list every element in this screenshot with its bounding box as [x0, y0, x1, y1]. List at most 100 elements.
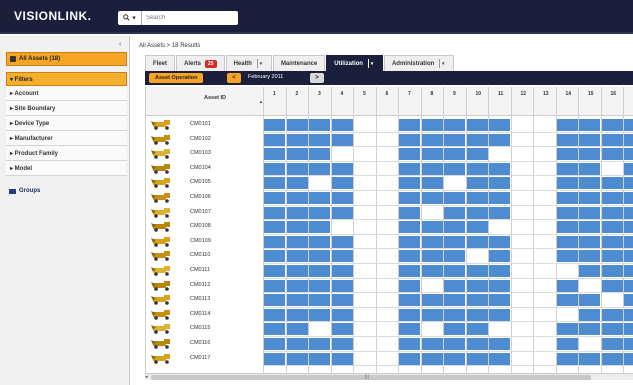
asset-id-cell[interactable]: CM0104 [190, 165, 211, 171]
utilization-cell-active[interactable] [624, 206, 633, 219]
filter-product-family[interactable]: ▸ Product Family [6, 146, 127, 161]
utilization-cell-idle[interactable] [557, 309, 578, 321]
utilization-cell-active[interactable] [399, 133, 420, 146]
utilization-cell-idle[interactable] [332, 148, 353, 160]
utilization-cell-idle[interactable] [534, 207, 555, 219]
utilization-cell-active[interactable] [466, 294, 488, 307]
utilization-cell-idle[interactable] [377, 338, 398, 350]
utilization-cell-active[interactable] [286, 148, 308, 161]
utilization-cell-active[interactable] [331, 265, 353, 277]
previous-month-button[interactable]: < [227, 73, 241, 83]
utilization-cell-active[interactable] [444, 250, 465, 263]
utilization-cell-idle[interactable] [512, 148, 533, 160]
utilization-cell-idle[interactable] [512, 192, 533, 204]
utilization-cell-idle[interactable] [354, 309, 375, 321]
utilization-cell-idle[interactable] [512, 119, 533, 131]
utilization-cell-idle[interactable] [512, 265, 533, 277]
utilization-cell-active[interactable] [309, 338, 330, 350]
utilization-cell-idle[interactable] [579, 338, 600, 350]
utilization-cell-idle[interactable] [512, 338, 533, 350]
utilization-cell-active[interactable] [601, 279, 623, 292]
asset-id-cell[interactable]: CM0109 [190, 238, 211, 244]
utilization-cell-active[interactable] [264, 192, 285, 204]
utilization-cell-active[interactable] [399, 352, 420, 365]
utilization-cell-active[interactable] [331, 338, 353, 350]
utilization-cell-active[interactable] [309, 294, 330, 307]
utilization-cell-active[interactable] [331, 308, 353, 321]
utilization-cell-active[interactable] [399, 294, 420, 307]
utilization-cell-active[interactable] [421, 148, 443, 161]
utilization-cell-idle[interactable] [489, 148, 510, 160]
utilization-cell-active[interactable] [264, 221, 285, 234]
utilization-cell-active[interactable] [399, 250, 420, 263]
utilization-cell-active[interactable] [624, 352, 633, 365]
utilization-cell-active[interactable] [399, 119, 420, 131]
utilization-cell-active[interactable] [579, 235, 600, 248]
utilization-cell-idle[interactable] [534, 250, 555, 262]
utilization-cell-active[interactable] [331, 294, 353, 307]
utilization-cell-active[interactable] [309, 119, 330, 131]
utilization-cell-active[interactable] [624, 221, 633, 234]
utilization-cell-active[interactable] [466, 162, 488, 175]
table-row[interactable]: CM0108 [146, 220, 633, 234]
utilization-cell-active[interactable] [466, 235, 488, 248]
utilization-cell-active[interactable] [286, 352, 308, 365]
utilization-cell-active[interactable] [556, 119, 578, 131]
utilization-cell-active[interactable] [399, 206, 420, 219]
utilization-cell-active[interactable] [331, 323, 353, 336]
utilization-cell-active[interactable] [466, 279, 488, 292]
filter-manufacturer[interactable]: ▸ Manufacturer [6, 131, 127, 146]
tab-utilization[interactable]: Utilization ▾ [326, 55, 383, 71]
utilization-cell-active[interactable] [399, 162, 420, 175]
utilization-cell-active[interactable] [264, 133, 285, 146]
utilization-cell-active[interactable] [624, 338, 633, 350]
utilization-cell-idle[interactable] [377, 280, 398, 292]
utilization-cell-idle[interactable] [534, 353, 555, 365]
utilization-cell-active[interactable] [466, 177, 488, 190]
utilization-cell-active[interactable] [264, 308, 285, 321]
utilization-cell-active[interactable] [309, 206, 330, 219]
utilization-cell-active[interactable] [399, 192, 420, 204]
utilization-cell-active[interactable] [466, 352, 488, 365]
utilization-cell-active[interactable] [444, 206, 465, 219]
utilization-cell-active[interactable] [489, 250, 510, 263]
utilization-cell-idle[interactable] [354, 177, 375, 189]
asset-id-cell[interactable]: CM0108 [190, 223, 211, 229]
utilization-cell-active[interactable] [309, 235, 330, 248]
utilization-cell-active[interactable] [579, 221, 600, 234]
utilization-cell-active[interactable] [601, 192, 623, 204]
utilization-cell-active[interactable] [601, 206, 623, 219]
utilization-cell-active[interactable] [489, 308, 510, 321]
utilization-cell-active[interactable] [601, 323, 623, 336]
utilization-cell-idle[interactable] [354, 207, 375, 219]
asset-id-cell[interactable]: CM0116 [190, 340, 210, 346]
filters-header[interactable]: ▾ Filters [6, 72, 127, 86]
utilization-cell-active[interactable] [556, 294, 578, 307]
utilization-cell-active[interactable] [601, 265, 623, 277]
table-row[interactable]: CM0110 [146, 249, 633, 263]
asset-id-column-header[interactable]: Asset ID [204, 95, 226, 101]
utilization-cell-active[interactable] [444, 133, 465, 146]
utilization-cell-active[interactable] [466, 148, 488, 161]
utilization-cell-idle[interactable] [579, 280, 600, 292]
utilization-cell-active[interactable] [579, 294, 600, 307]
utilization-cell-active[interactable] [466, 308, 488, 321]
chevron-down-icon[interactable]: ▾ [367, 59, 375, 68]
utilization-cell-active[interactable] [579, 119, 600, 131]
utilization-cell-idle[interactable] [534, 163, 555, 175]
utilization-cell-idle[interactable] [354, 221, 375, 233]
utilization-cell-active[interactable] [556, 352, 578, 365]
utilization-cell-active[interactable] [286, 279, 308, 292]
utilization-cell-active[interactable] [309, 279, 330, 292]
utilization-cell-active[interactable] [309, 308, 330, 321]
utilization-cell-active[interactable] [601, 250, 623, 263]
utilization-cell-active[interactable] [286, 162, 308, 175]
utilization-cell-active[interactable] [331, 133, 353, 146]
table-row[interactable]: CM0103 [146, 147, 633, 161]
asset-id-cell[interactable]: CM0117 [190, 355, 210, 361]
utilization-cell-active[interactable] [444, 119, 465, 131]
asset-id-cell[interactable]: CM0110 [190, 252, 210, 258]
utilization-cell-active[interactable] [421, 133, 443, 146]
utilization-cell-active[interactable] [579, 206, 600, 219]
utilization-cell-active[interactable] [601, 133, 623, 146]
